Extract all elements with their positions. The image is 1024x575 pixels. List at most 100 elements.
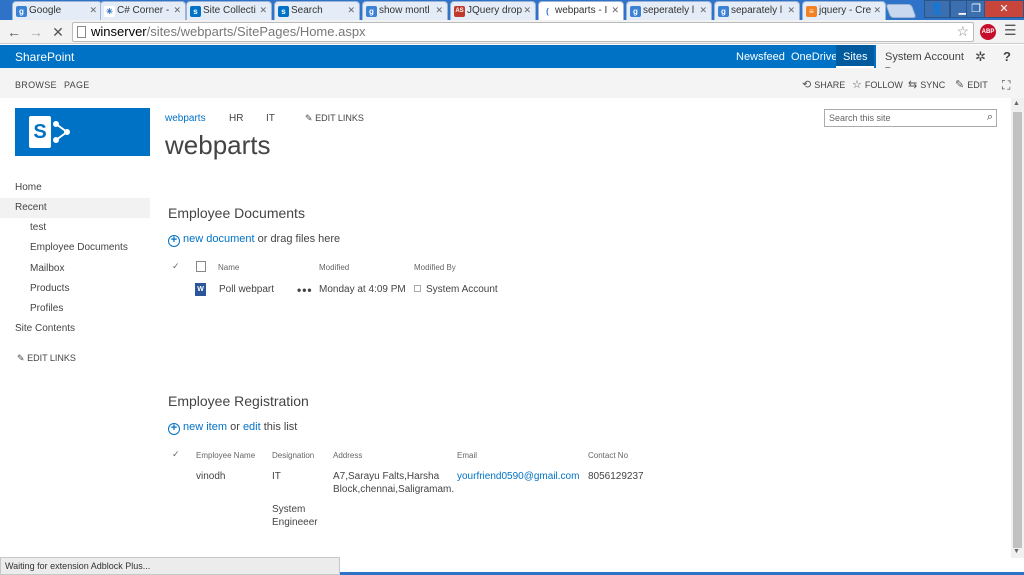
column-header-employee-name[interactable]: Employee Name xyxy=(196,451,255,460)
designation-extra-line1: System xyxy=(272,504,306,515)
word-document-icon: W xyxy=(195,283,206,296)
close-tab-icon[interactable]: ✕ xyxy=(435,5,443,16)
tab-page[interactable]: PAGE xyxy=(64,80,90,90)
browser-menu-icon[interactable]: ☰ xyxy=(1004,22,1017,39)
help-icon[interactable]: ? xyxy=(1003,49,1011,64)
column-header-modified-by[interactable]: Modified By xyxy=(414,263,456,272)
quicklaunch-recent[interactable]: Recent xyxy=(15,202,47,213)
browser-tab[interactable]: g Google ✕ xyxy=(12,1,102,20)
close-tab-icon[interactable]: ✕ xyxy=(787,5,795,16)
tab-label: Google xyxy=(29,5,62,16)
close-tab-icon[interactable]: ✕ xyxy=(699,5,707,16)
settings-gear-icon[interactable]: ✲ xyxy=(975,49,986,65)
quicklaunch-recent-item[interactable]: Products xyxy=(30,283,69,294)
close-tab-icon[interactable]: ✕ xyxy=(89,5,97,16)
column-header-name[interactable]: Name xyxy=(218,263,239,272)
close-tab-icon[interactable]: ✕ xyxy=(873,5,881,16)
this-list-text: this list xyxy=(260,421,298,433)
edit-label: EDIT xyxy=(967,80,988,90)
document-menu-ellipsis-icon[interactable]: ••• xyxy=(297,283,313,297)
close-tab-icon[interactable]: ✕ xyxy=(173,5,181,16)
onedrive-link[interactable]: OneDrive xyxy=(791,51,837,63)
tab-label: Search xyxy=(291,5,323,16)
site-search-input[interactable]: Search this site ⌕ xyxy=(824,109,997,127)
column-header-address[interactable]: Address xyxy=(333,451,362,460)
employee-name-cell[interactable]: vinodh xyxy=(196,470,225,483)
documents-webpart-title[interactable]: Employee Documents xyxy=(168,205,305,221)
sync-button[interactable]: ⇆ SYNC xyxy=(908,78,945,91)
restore-window-icon[interactable]: ❐ xyxy=(966,0,986,18)
browser-tab[interactable]: g seperately l ✕ xyxy=(626,1,712,20)
scrollbar-thumb[interactable] xyxy=(1013,112,1022,548)
select-all-check-icon[interactable]: ✓ xyxy=(172,261,180,272)
url-path: /sites/webparts/SitePages/Home.aspx xyxy=(146,24,366,39)
column-header-modified[interactable]: Modified xyxy=(319,263,349,272)
sync-icon: ⇆ xyxy=(908,79,918,91)
new-item-link[interactable]: new item xyxy=(183,421,227,433)
user-profile-icon[interactable]: 👤 xyxy=(924,0,950,18)
browser-tab[interactable]: g show montl ✕ xyxy=(362,1,448,20)
share-button[interactable]: ⟲ SHARE xyxy=(802,78,845,91)
topnav-link-it[interactable]: IT xyxy=(266,113,275,124)
search-icon[interactable]: ⌕ xyxy=(987,111,993,124)
topnav-edit-links[interactable]: ✎ EDIT LINKS xyxy=(305,113,364,124)
edit-page-button[interactable]: ✎ EDIT xyxy=(955,78,988,91)
sharepoint-brand[interactable]: SharePoint xyxy=(15,50,74,64)
close-tab-icon[interactable]: ✕ xyxy=(523,5,531,16)
pencil-icon: ✎ xyxy=(955,79,965,91)
sharepoint-logo-nodes-icon xyxy=(53,121,70,143)
quicklaunch-edit-links[interactable]: ✎ EDIT LINKS xyxy=(17,353,76,364)
sites-link[interactable]: Sites xyxy=(836,45,875,68)
browser-tab[interactable]: AS JQuery drop ✕ xyxy=(450,1,536,20)
focus-on-content-icon[interactable]: ⛶ xyxy=(1002,78,1010,93)
quicklaunch-recent-item[interactable]: Employee Documents xyxy=(30,242,128,253)
site-logo[interactable]: S xyxy=(15,108,150,156)
quicklaunch-site-contents[interactable]: Site Contents xyxy=(15,323,75,334)
add-circle-icon[interactable]: + xyxy=(168,423,180,435)
newsfeed-link[interactable]: Newsfeed xyxy=(736,51,785,63)
topnav-link-hr[interactable]: HR xyxy=(229,113,243,124)
quicklaunch-recent-item[interactable]: test xyxy=(30,222,46,233)
new-tab-button[interactable] xyxy=(885,4,917,18)
close-tab-icon[interactable]: ✕ xyxy=(611,5,619,16)
stop-loading-icon[interactable]: ✕ xyxy=(48,22,68,42)
scroll-down-arrow-icon[interactable]: ▼ xyxy=(1013,548,1020,555)
column-header-email[interactable]: Email xyxy=(457,451,477,460)
document-modified-by[interactable]: System Account xyxy=(426,283,498,296)
browser-tab[interactable]: s Site Collecti ✕ xyxy=(186,1,272,20)
follow-button[interactable]: ☆ FOLLOW xyxy=(852,78,903,91)
topnav-link-webparts[interactable]: webparts xyxy=(165,113,206,124)
select-all-check-icon[interactable]: ✓ xyxy=(172,449,180,460)
close-window-icon[interactable]: ✕ xyxy=(984,0,1024,18)
edit-list-link[interactable]: edit xyxy=(243,421,261,433)
address-bar[interactable]: winserver/sites/webparts/SitePages/Home.… xyxy=(72,22,974,42)
browser-tab[interactable]: s Search ✕ xyxy=(274,1,360,20)
quicklaunch-recent-item[interactable]: Profiles xyxy=(30,303,63,314)
browser-tab[interactable]: g separately l ✕ xyxy=(714,1,800,20)
back-arrow-icon[interactable]: ← xyxy=(4,22,24,42)
tab-label: Site Collecti xyxy=(203,5,256,16)
page-icon xyxy=(77,26,86,38)
bookmark-star-icon[interactable]: ☆ xyxy=(956,23,969,40)
stackoverflow-favicon-icon: ≡ xyxy=(806,6,817,17)
browser-tab[interactable]: ✳ C# Corner - ✕ xyxy=(100,1,186,20)
add-circle-icon[interactable]: + xyxy=(168,235,180,247)
quicklaunch-home[interactable]: Home xyxy=(15,182,42,193)
browser-tab[interactable]: ≡ jquery - Cre ✕ xyxy=(802,1,886,20)
new-document-link[interactable]: new document xyxy=(183,233,255,245)
tab-browse[interactable]: BROWSE xyxy=(15,80,57,90)
close-tab-icon[interactable]: ✕ xyxy=(347,5,355,16)
scroll-up-arrow-icon[interactable]: ▲ xyxy=(1013,100,1020,107)
registration-webpart-title[interactable]: Employee Registration xyxy=(168,393,309,409)
adblock-plus-icon[interactable]: ABP xyxy=(980,24,996,40)
close-tab-icon[interactable]: ✕ xyxy=(259,5,267,16)
quicklaunch-recent-item[interactable]: Mailbox xyxy=(30,263,64,274)
browser-tab-active[interactable]: ( webparts - I ✕ xyxy=(538,1,624,20)
document-name-link[interactable]: Poll webpart xyxy=(219,283,274,296)
email-link[interactable]: yourfriend0590@gmail.com xyxy=(457,470,579,483)
forward-arrow-icon[interactable]: → xyxy=(26,22,46,42)
column-header-contact[interactable]: Contact No xyxy=(588,451,628,460)
user-menu[interactable]: System Account ▾ xyxy=(876,45,970,76)
tab-label: C# Corner - xyxy=(117,5,170,16)
column-header-designation[interactable]: Designation xyxy=(272,451,314,460)
